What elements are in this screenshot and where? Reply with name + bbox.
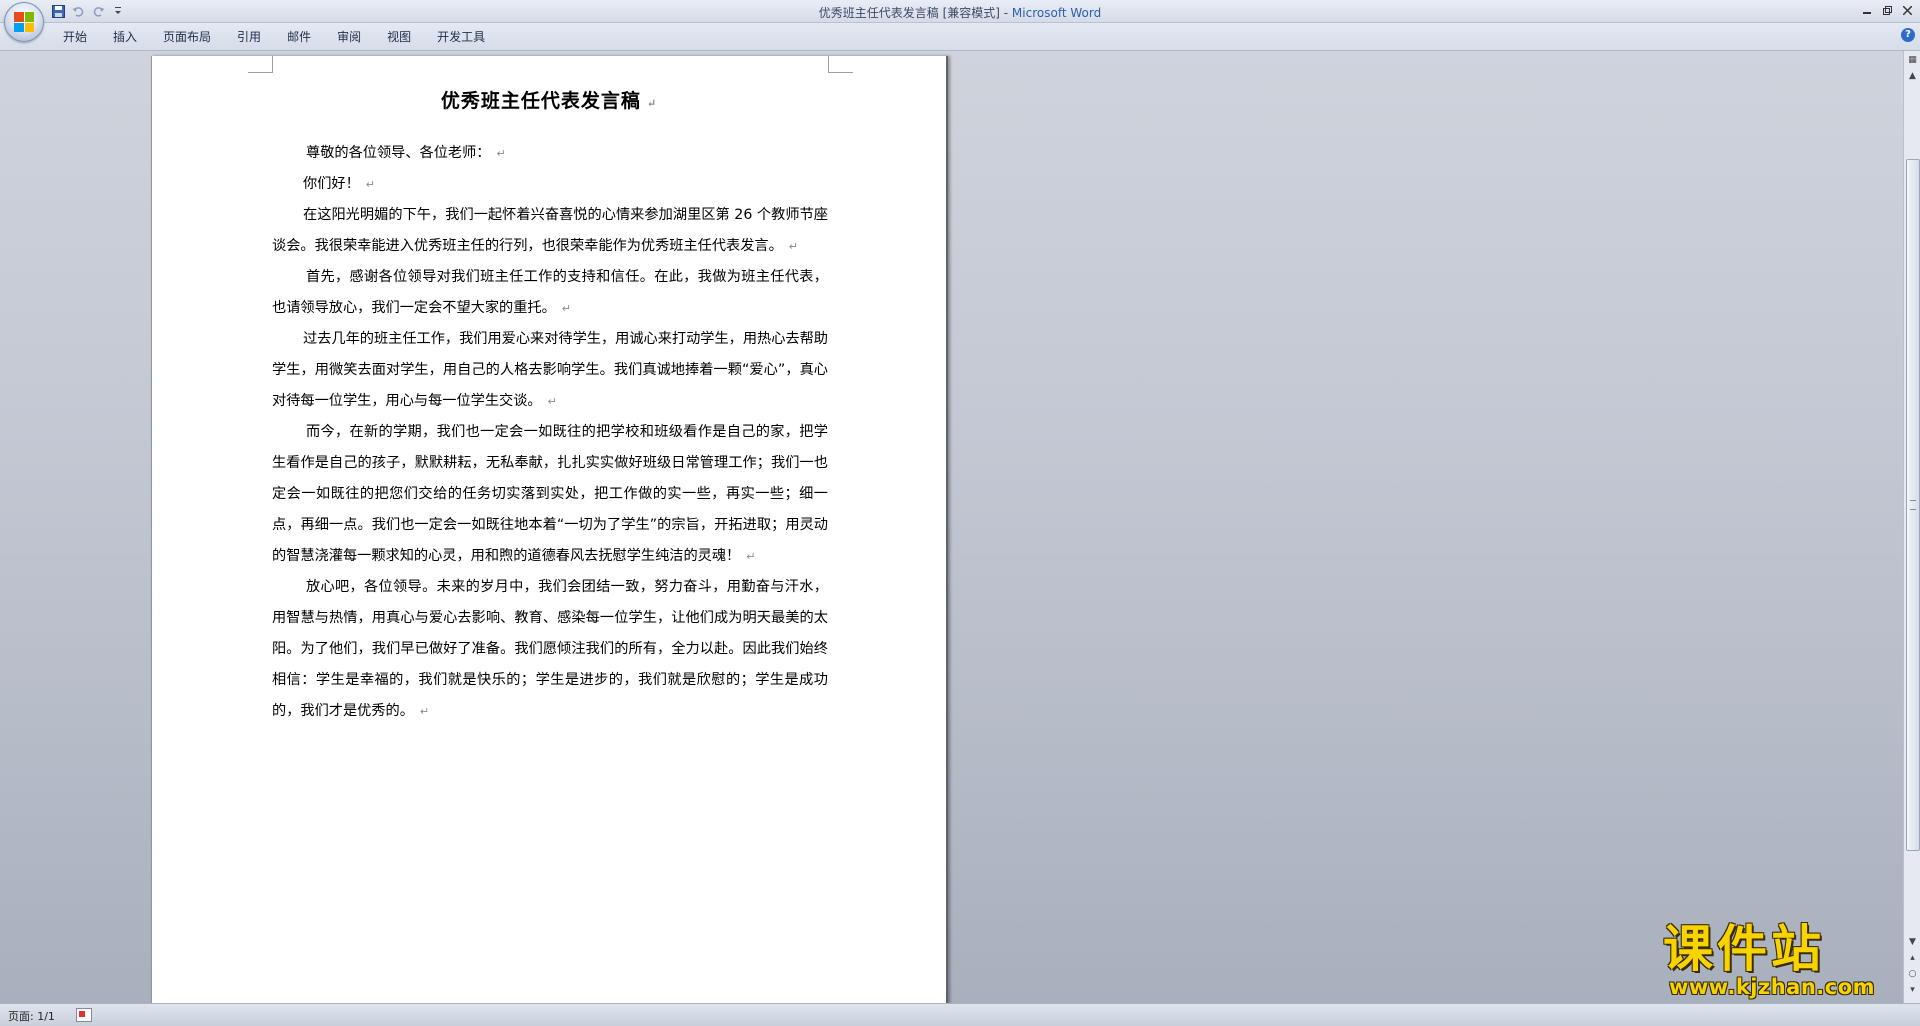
paragraph-mark: ↵	[419, 705, 430, 718]
document-page[interactable]: 优秀班主任代表发言稿 ↵ 尊敬的各位领导、各位老师： ↵ 你们好！ ↵ 在这阳光明媚的…	[151, 56, 948, 1003]
tab-mailings[interactable]: 邮件	[274, 29, 324, 45]
scroll-down-icon[interactable]: ▼	[1905, 935, 1920, 949]
paragraph-salutation[interactable]: 尊敬的各位领导、各位老师： ↵	[272, 138, 828, 169]
paragraph-past[interactable]: 过去几年的班主任工作，我们用爱心来对待学生，用诚心来打动学生，用热心去帮助学生，…	[272, 324, 828, 417]
paragraph-present[interactable]: 而今，在新的学期，我们也一定会一如既往的把学校和班级看作是自己的家，把学生看作是…	[272, 417, 828, 572]
paragraph-mark: ↵	[788, 240, 798, 253]
document-title[interactable]: 优秀班主任代表发言稿 ↵	[152, 86, 946, 113]
document-area[interactable]: 优秀班主任代表发言稿 ↵ 尊敬的各位领导、各位老师： ↵ 你们好！ ↵ 在这阳光明媚的…	[0, 51, 1903, 1003]
paragraph-mark: ↵	[547, 395, 557, 408]
ribbon-tabs: 开始 插入 页面布局 引用 邮件 审阅 视图 开发工具	[50, 29, 498, 45]
ruler-toggle-icon[interactable]: ▦	[1905, 53, 1920, 67]
tab-home[interactable]: 开始	[50, 29, 100, 45]
tab-developer[interactable]: 开发工具	[424, 29, 498, 45]
language-icon[interactable]	[76, 1008, 92, 1022]
scroll-up-icon[interactable]: ▲	[1905, 69, 1920, 83]
crop-mark-top-left	[248, 56, 273, 73]
page-count[interactable]: 页面: 1/1	[8, 1008, 55, 1024]
paragraph-greeting[interactable]: 你们好！ ↵	[272, 169, 828, 200]
window-title-app: Microsoft Word	[1011, 6, 1102, 20]
paragraph-mark: ↵	[561, 302, 571, 315]
previous-page-icon[interactable]: ▴	[1905, 951, 1920, 965]
scrollbar-thumb[interactable]	[1906, 159, 1920, 851]
tab-insert[interactable]: 插入	[100, 29, 150, 45]
restore-icon[interactable]	[1878, 1, 1896, 19]
watermark-cn-text: 课件站	[1663, 920, 1825, 978]
paragraph-mark: ↵	[496, 147, 506, 160]
window-title-doc: 优秀班主任代表发言稿 [兼容模式] -	[818, 6, 1012, 20]
document-body[interactable]: 尊敬的各位领导、各位老师： ↵ 你们好！ ↵ 在这阳光明媚的下午，我们一起怀着兴奋喜…	[272, 138, 828, 727]
paragraph-closing[interactable]: 放心吧，各位领导。未来的岁月中，我们会团结一致，努力奋斗，用勤奋与汗水，用智慧与…	[272, 572, 828, 727]
office-button[interactable]	[4, 2, 44, 42]
paragraph-mark: ↵	[746, 550, 756, 563]
window-controls	[1858, 1, 1916, 19]
close-icon[interactable]	[1898, 1, 1916, 19]
crop-mark-top-right	[828, 56, 853, 73]
vertical-scrollbar[interactable]: ▦ ▲ ▼ ▴ ○ ▾	[1903, 51, 1920, 1003]
paragraph-mark: ↵	[646, 97, 658, 110]
paragraph-intro[interactable]: 在这阳光明媚的下午，我们一起怀着兴奋喜悦的心情来参加湖里区第 26 个教师节座谈…	[272, 200, 828, 262]
paragraph-text: 首先，感谢各位领导对我们班主任工作的支持和信任。在此，我做为班主任代表，也请领导…	[272, 269, 828, 316]
select-browse-object-icon[interactable]: ○	[1905, 967, 1920, 981]
watermark-logo: 课件站 www.kjzhan.com	[1663, 921, 1903, 1003]
paragraph-mark: ↵	[365, 178, 375, 191]
tab-review[interactable]: 审阅	[324, 29, 374, 45]
help-icon[interactable]: ?	[1901, 28, 1915, 42]
watermark-url-text: www.kjzhan.com	[1669, 975, 1876, 999]
next-page-icon[interactable]: ▾	[1905, 983, 1920, 997]
tab-view[interactable]: 视图	[374, 29, 424, 45]
document-title-text: 优秀班主任代表发言稿	[440, 90, 641, 112]
paragraph-text: 放心吧，各位领导。未来的岁月中，我们会团结一致，努力奋斗，用勤奋与汗水，用智慧与…	[272, 579, 828, 719]
paragraph-text: 而今，在新的学期，我们也一定会一如既往的把学校和班级看作是自己的家，把学生看作是…	[272, 424, 828, 564]
tab-page-layout[interactable]: 页面布局	[150, 29, 224, 45]
minimize-icon[interactable]	[1858, 1, 1876, 19]
title-bar: 优秀班主任代表发言稿 [兼容模式] - Microsoft Word	[0, 0, 1920, 23]
ribbon: 开始 插入 页面布局 引用 邮件 审阅 视图 开发工具 ?	[0, 23, 1920, 51]
office-logo-icon	[14, 12, 34, 32]
paragraph-text: 尊敬的各位领导、各位老师：	[306, 145, 491, 161]
scrollbar-grip-icon	[1910, 500, 1916, 510]
paragraph-text: 你们好！	[303, 176, 360, 192]
paragraph-thanks[interactable]: 首先，感谢各位领导对我们班主任工作的支持和信任。在此，我做为班主任代表，也请领导…	[272, 262, 828, 324]
window-title: 优秀班主任代表发言稿 [兼容模式] - Microsoft Word	[0, 4, 1920, 21]
tab-references[interactable]: 引用	[224, 29, 274, 45]
paragraph-text: 在这阳光明媚的下午，我们一起怀着兴奋喜悦的心情来参加湖里区第 26 个教师节座谈…	[272, 207, 828, 254]
status-bar: 页面: 1/1	[0, 1003, 1920, 1026]
